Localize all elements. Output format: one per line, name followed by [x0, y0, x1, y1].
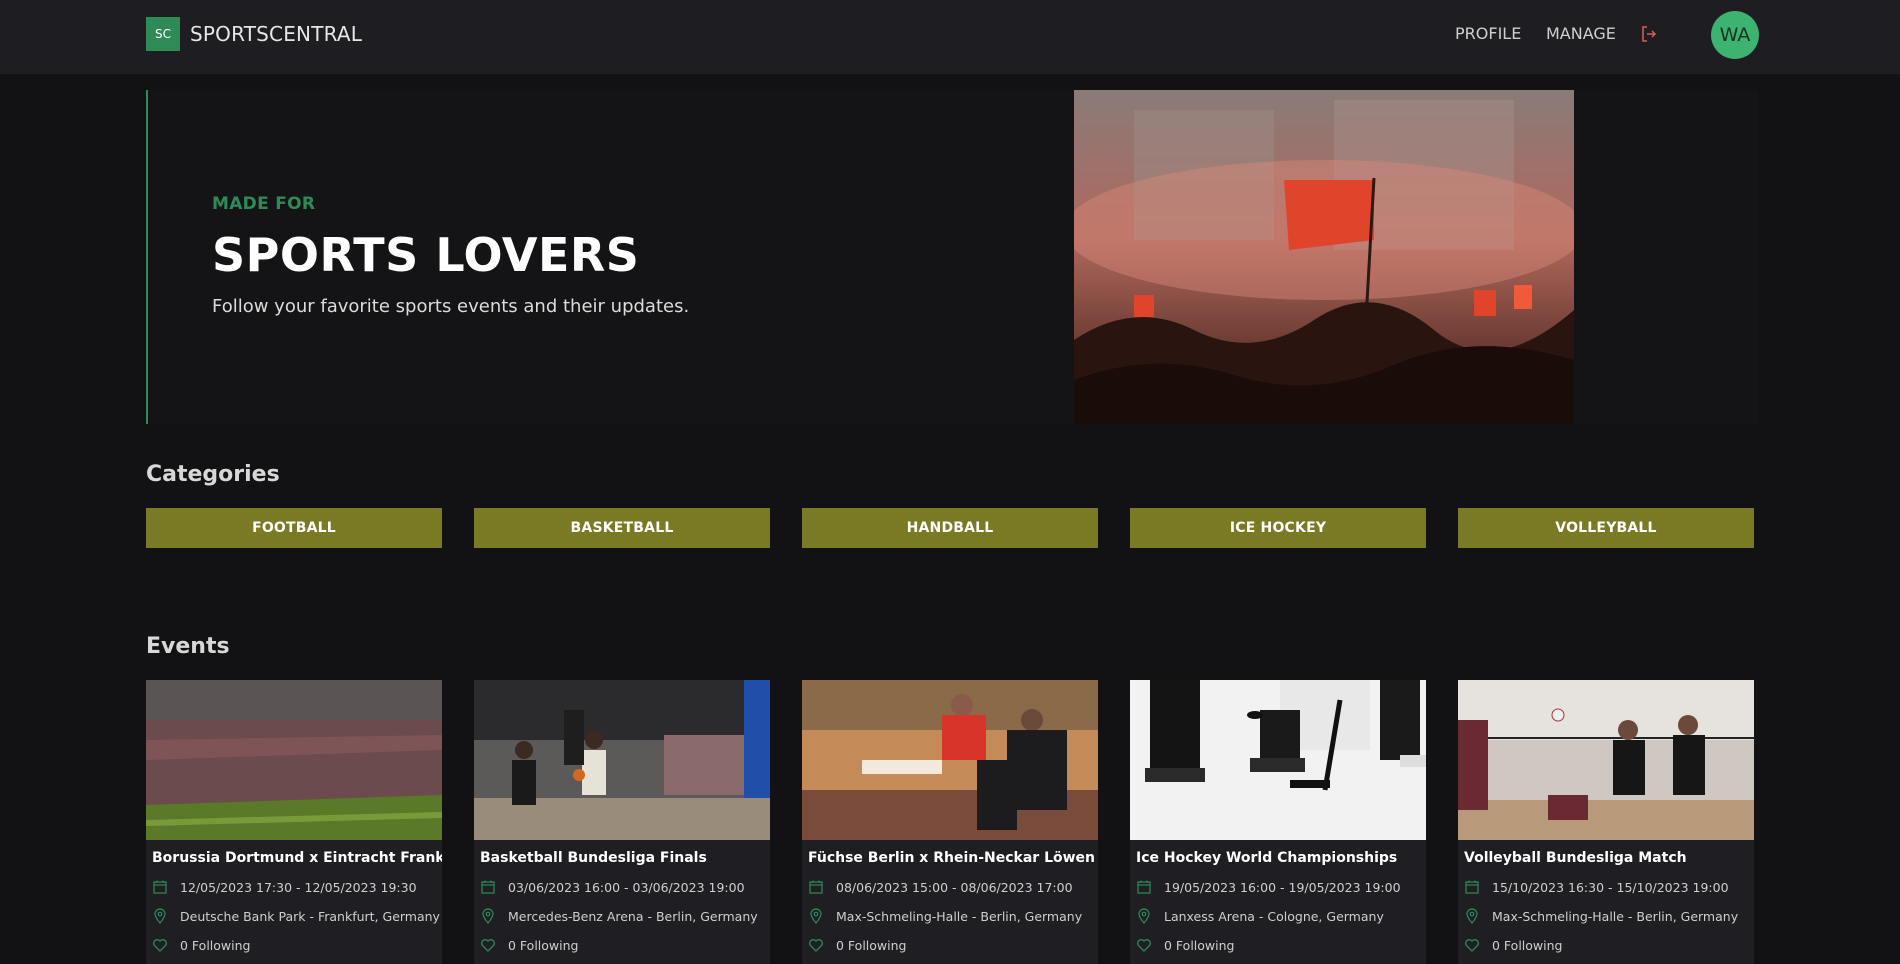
- event-follow-row[interactable]: 0 Following: [1464, 937, 1562, 953]
- hero-subtitle: Follow your favorite sports events and t…: [212, 296, 690, 317]
- heart-icon[interactable]: [1464, 937, 1480, 953]
- event-title: Volleyball Bundesliga Match: [1464, 850, 1687, 866]
- heart-icon[interactable]: [480, 937, 496, 953]
- event-dates-row: 15/10/2023 16:30 - 15/10/2023 19:00: [1464, 879, 1729, 895]
- event-dates: 15/10/2023 16:30 - 15/10/2023 19:00: [1492, 879, 1729, 895]
- event-title: Füchse Berlin x Rhein-Neckar Löwen: [808, 850, 1096, 866]
- location-pin-icon: [1466, 908, 1478, 924]
- event-venue-row: Deutsche Bank Park - Frankfurt, Germany: [152, 908, 440, 924]
- hero-fans-image: [1074, 90, 1574, 424]
- event-following-count: 0 Following: [836, 937, 907, 953]
- hero-title: SPORTS LOVERS: [212, 228, 640, 282]
- event-venue-row: Lanxess Arena - Cologne, Germany: [1136, 908, 1384, 924]
- hero-accent-bar: [146, 90, 148, 424]
- location-pin-icon: [1138, 908, 1150, 924]
- event-venue-row: Max-Schmeling-Halle - Berlin, Germany: [1464, 908, 1738, 924]
- event-following-count: 0 Following: [508, 937, 579, 953]
- event-dates: 19/05/2023 16:00 - 19/05/2023 19:00: [1164, 879, 1401, 895]
- category-basketball-button[interactable]: BASKETBALL: [474, 508, 770, 548]
- event-card[interactable]: Füchse Berlin x Rhein-Neckar Löwen 08/06…: [802, 680, 1098, 964]
- heart-icon[interactable]: [152, 937, 168, 953]
- top-nav: SC SPORTSCENTRAL PROFILE MANAGE WA: [0, 0, 1900, 74]
- heart-icon[interactable]: [808, 937, 824, 953]
- brand-logo[interactable]: SC SPORTSCENTRAL: [146, 17, 362, 51]
- event-venue-row: Max-Schmeling-Halle - Berlin, Germany: [808, 908, 1082, 924]
- logo-badge: SC: [146, 17, 180, 51]
- event-image-basketball: [474, 680, 770, 840]
- calendar-icon: [1465, 880, 1479, 894]
- event-venue: Deutsche Bank Park - Frankfurt, Germany: [180, 908, 440, 924]
- event-venue: Lanxess Arena - Cologne, Germany: [1164, 908, 1384, 924]
- event-venue-row: Mercedes-Benz Arena - Berlin, Germany: [480, 908, 758, 924]
- event-card[interactable]: Basketball Bundesliga Finals 03/06/2023 …: [474, 680, 770, 964]
- category-football-button[interactable]: FOOTBALL: [146, 508, 442, 548]
- event-card[interactable]: Ice Hockey World Championships 19/05/202…: [1130, 680, 1426, 964]
- location-pin-icon: [810, 908, 822, 924]
- event-card[interactable]: Volleyball Bundesliga Match 15/10/2023 1…: [1458, 680, 1754, 964]
- nav-profile-link[interactable]: PROFILE: [1455, 24, 1521, 43]
- hero-kicker: MADE FOR: [212, 194, 316, 214]
- calendar-icon: [809, 880, 823, 894]
- event-follow-row[interactable]: 0 Following: [480, 937, 578, 953]
- hero-banner: MADE FOR SPORTS LOVERS Follow your favor…: [146, 90, 1758, 424]
- logout-icon[interactable]: [1640, 25, 1658, 43]
- event-following-count: 0 Following: [1164, 937, 1235, 953]
- event-follow-row[interactable]: 0 Following: [1136, 937, 1234, 953]
- event-venue: Max-Schmeling-Halle - Berlin, Germany: [836, 908, 1083, 924]
- event-image-ice-hockey: [1130, 680, 1426, 840]
- category-handball-button[interactable]: HANDBALL: [802, 508, 1098, 548]
- event-dates-row: 19/05/2023 16:00 - 19/05/2023 19:00: [1136, 879, 1401, 895]
- event-follow-row[interactable]: 0 Following: [152, 937, 250, 953]
- event-venue: Mercedes-Benz Arena - Berlin, Germany: [508, 908, 758, 924]
- event-image-volleyball: [1458, 680, 1754, 840]
- category-volleyball-button[interactable]: VOLLEYBALL: [1458, 508, 1754, 548]
- location-pin-icon: [482, 908, 494, 924]
- event-following-count: 0 Following: [180, 937, 251, 953]
- event-title: Ice Hockey World Championships: [1136, 850, 1398, 866]
- event-dates: 12/05/2023 17:30 - 12/05/2023 19:30: [180, 879, 417, 895]
- location-pin-icon: [154, 908, 166, 924]
- calendar-icon: [153, 880, 167, 894]
- nav-manage-link[interactable]: MANAGE: [1546, 24, 1616, 43]
- event-title: Borussia Dortmund x Eintracht Frankfurt: [152, 850, 442, 866]
- event-card[interactable]: Borussia Dortmund x Eintracht Frankfurt …: [146, 680, 442, 964]
- category-ice-hockey-button[interactable]: ICE HOCKEY: [1130, 508, 1426, 548]
- brand-name: SPORTSCENTRAL: [190, 22, 363, 46]
- event-venue: Max-Schmeling-Halle - Berlin, Germany: [1492, 908, 1739, 924]
- events-heading: Events: [146, 634, 230, 659]
- event-dates-row: 08/06/2023 15:00 - 08/06/2023 17:00: [808, 879, 1073, 895]
- categories-heading: Categories: [146, 462, 280, 487]
- calendar-icon: [481, 880, 495, 894]
- event-dates: 08/06/2023 15:00 - 08/06/2023 17:00: [836, 879, 1073, 895]
- user-avatar[interactable]: WA: [1711, 11, 1759, 59]
- event-title: Basketball Bundesliga Finals: [480, 850, 707, 866]
- event-dates: 03/06/2023 16:00 - 03/06/2023 19:00: [508, 879, 745, 895]
- calendar-icon: [1137, 880, 1151, 894]
- event-dates-row: 03/06/2023 16:00 - 03/06/2023 19:00: [480, 879, 745, 895]
- event-following-count: 0 Following: [1492, 937, 1563, 953]
- event-image-stadium: [146, 680, 442, 840]
- event-dates-row: 12/05/2023 17:30 - 12/05/2023 19:30: [152, 879, 417, 895]
- heart-icon[interactable]: [1136, 937, 1152, 953]
- event-follow-row[interactable]: 0 Following: [808, 937, 906, 953]
- event-image-handball: [802, 680, 1098, 840]
